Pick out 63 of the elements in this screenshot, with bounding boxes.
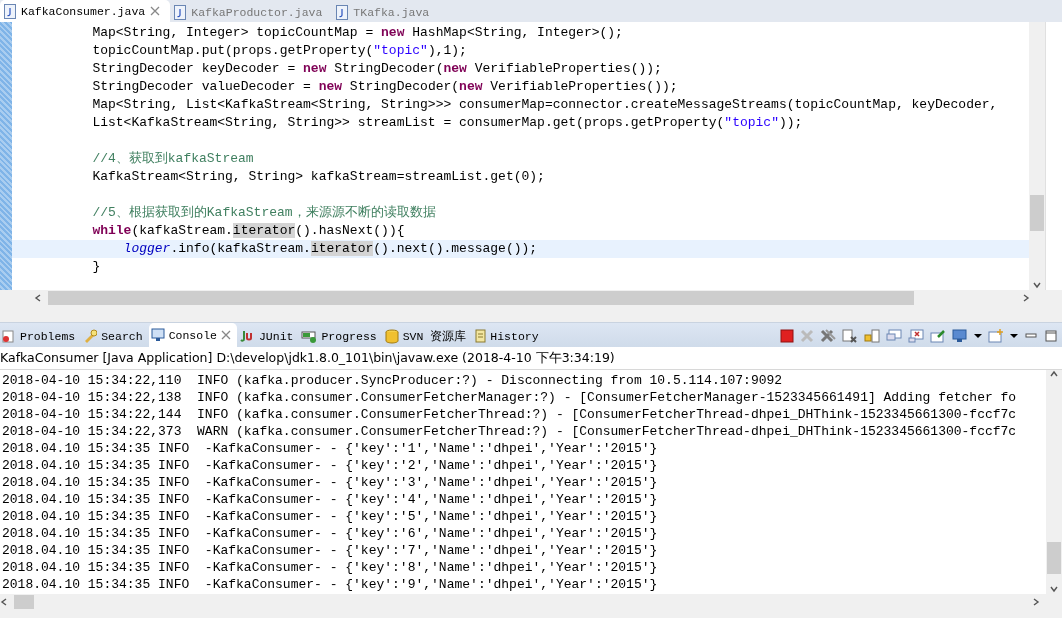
log-line: 2018.04.10 15:34:35 INFO -KafkaConsumer- - {'key':'5','Name':'dhpei','Year':'2015'} bbox=[1, 508, 659, 525]
edit-console-icon[interactable] bbox=[930, 329, 946, 343]
scroll-down-icon[interactable] bbox=[1032, 280, 1042, 290]
progress-icon bbox=[301, 329, 318, 343]
log-line: 2018-04-10 15:34:22,110 INFO (kafka.producer.SyncProducer:?) - Disconnecting from 10.5.114.107:9092 bbox=[1, 372, 784, 389]
scroll-thumb[interactable] bbox=[14, 595, 34, 609]
code-line: StringDecoder valueDecoder = new StringDecoder(new VerifiableProperties()); bbox=[91, 78, 679, 96]
ju-logo-icon bbox=[238, 329, 255, 343]
scroll-lock-icon[interactable] bbox=[864, 329, 880, 343]
pin-console-icon[interactable] bbox=[886, 329, 902, 343]
view-tab[interactable]: Progress bbox=[299, 325, 383, 347]
maximize-icon[interactable] bbox=[1044, 329, 1058, 343]
view-tab[interactable]: Search bbox=[81, 325, 149, 347]
close-icon[interactable] bbox=[150, 6, 161, 16]
code-line: topicCountMap.put(props.getProperty("topic"),1); bbox=[91, 42, 468, 60]
code-line: KafkaStream<String, String> kafkaStream=streamList.get(0); bbox=[91, 168, 546, 186]
new-console-icon[interactable] bbox=[988, 329, 1004, 343]
code-line: Map<String, List<KafkaStream<String, String>>> consumerMap=connector.createMessageStreams(topicCountMap, keyDecoder, bbox=[91, 96, 999, 114]
monitor-icon bbox=[150, 328, 165, 342]
scroll-thumb[interactable] bbox=[1030, 195, 1044, 231]
clear-console-icon[interactable] bbox=[842, 329, 858, 343]
problems-icon bbox=[2, 329, 16, 343]
log-line: 2018.04.10 15:34:35 INFO -KafkaConsumer- - {'key':'1','Name':'dhpei','Year':'2015'} bbox=[1, 440, 659, 457]
code-line: //5、根据获取到的KafkaStream，来源源不断的读取数据 bbox=[91, 204, 437, 222]
flashlight-icon bbox=[83, 329, 98, 343]
log-line: 2018-04-10 15:34:22,373 WARN (kafka.consumer.ConsumerFetcherThread:?) - [ConsumerFetcherThread-dhpei_DHThink-1523345661300-fccf7c bbox=[1, 423, 1018, 440]
log-line: 2018.04.10 15:34:35 INFO -KafkaConsumer- - {'key':'6','Name':'dhpei','Year':'2015'} bbox=[1, 525, 659, 542]
scroll-thumb[interactable] bbox=[1047, 542, 1061, 574]
log-line: 2018-04-10 15:34:22,144 INFO (kafka.consumer.ConsumerFetcherThread:?) - [ConsumerFetcherThread-dhpei_DHThink-1523345661300-fccf7c bbox=[1, 406, 1018, 423]
close-icon[interactable] bbox=[220, 330, 231, 340]
view-tab[interactable]: SVN 资源库 bbox=[382, 325, 473, 347]
vertical-scrollbar[interactable] bbox=[1046, 370, 1062, 594]
log-line: 2018.04.10 15:34:35 INFO -KafkaConsumer- - {'key':'3','Name':'dhpei','Year':'2015'} bbox=[1, 474, 659, 491]
code-line: while(kafkaStream.iterator().hasNext()){ bbox=[91, 222, 406, 240]
log-line: 2018.04.10 15:34:35 INFO -KafkaConsumer- - {'key':'8','Name':'dhpei','Year':'2015'} bbox=[1, 559, 659, 576]
editor-tab[interactable]: KafkaConsumer.java bbox=[0, 0, 171, 22]
code-line: StringDecoder keyDecoder = new StringDecoder(new VerifiableProperties()); bbox=[91, 60, 663, 78]
java-file-icon bbox=[4, 3, 16, 19]
history-icon bbox=[474, 328, 487, 344]
log-line: 2018.04.10 15:34:35 INFO -KafkaConsumer- - {'key':'7','Name':'dhpei','Year':'2015'} bbox=[1, 542, 659, 559]
editor-tab[interactable]: TKafka.java bbox=[332, 2, 473, 22]
view-tab[interactable]: JUnit bbox=[236, 325, 300, 347]
remove-all-icon[interactable] bbox=[820, 329, 836, 343]
vertical-scrollbar[interactable] bbox=[1029, 22, 1045, 290]
display-console-icon[interactable] bbox=[952, 329, 968, 343]
scroll-down-icon[interactable] bbox=[1049, 584, 1059, 594]
log-line: 2018.04.10 15:34:35 INFO -KafkaConsumer- - {'key':'4','Name':'dhpei','Year':'2015'} bbox=[1, 491, 659, 508]
scroll-thumb[interactable] bbox=[48, 291, 914, 305]
view-tab[interactable]: Problems bbox=[0, 325, 82, 347]
view-tab[interactable]: Console bbox=[148, 323, 237, 347]
console-title: KafkaConsumer [Java Application] D:\develop\jdk1.8.0_101\bin\javaw.exe (2018-4-10 下午3:34:19) bbox=[0, 347, 1062, 370]
log-line: 2018.04.10 15:34:35 INFO -KafkaConsumer- - {'key':'2','Name':'dhpei','Year':'2015'} bbox=[1, 457, 659, 474]
stop-icon[interactable] bbox=[780, 329, 794, 343]
log-line: 2018-04-10 15:34:22,138 INFO (kafka.consumer.ConsumerFetcherManager:?) - [ConsumerFetcherManager-1523345661491] Adding fetcher fo bbox=[1, 389, 1018, 406]
terminate-console-icon[interactable] bbox=[908, 329, 924, 343]
log-line: 2018.04.10 15:34:35 INFO -KafkaConsumer- - {'key':'9','Name':'dhpei','Year':'2015'} bbox=[1, 576, 659, 593]
editor-tab[interactable]: KafkaProductor.java bbox=[170, 2, 333, 22]
code-line: //4、获取到kafkaStream bbox=[91, 150, 255, 168]
code-line: } bbox=[91, 258, 102, 276]
code-line: Map<String, Integer> topicCountMap = new HashMap<String, Integer>(); bbox=[91, 24, 624, 42]
code-line: List<KafkaStream<String, String>> streamList = consumerMap.get(props.getProperty("topic")); bbox=[91, 114, 804, 132]
view-tab[interactable]: History bbox=[472, 325, 545, 347]
database-icon bbox=[384, 328, 399, 344]
